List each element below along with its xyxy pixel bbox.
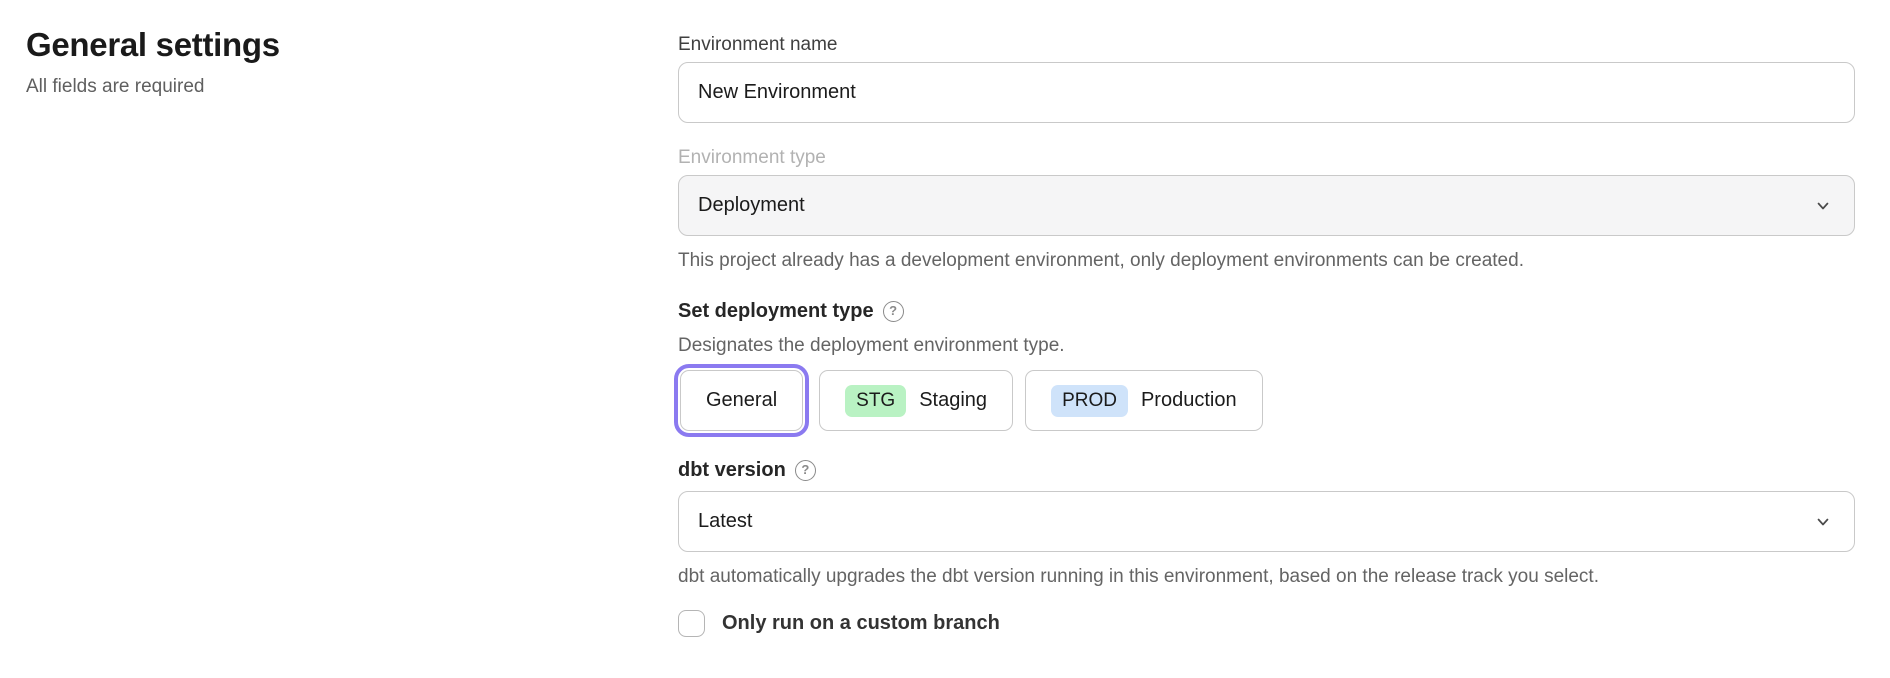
chevron-down-icon <box>1813 512 1833 532</box>
environment-type-select[interactable]: Deployment <box>678 175 1855 236</box>
page-subtitle: All fields are required <box>26 76 626 98</box>
deployment-type-staging-button[interactable]: STG Staging <box>819 370 1013 431</box>
dbt-version-select[interactable]: Latest <box>678 491 1855 552</box>
environment-type-helper: This project already has a development e… <box>678 249 1855 272</box>
page-title: General settings <box>26 26 626 64</box>
deployment-type-general-button[interactable]: General <box>680 370 803 431</box>
deployment-type-options: General STG Staging PROD Production <box>678 370 1855 431</box>
deployment-type-staging-label: Staging <box>919 389 987 412</box>
dbt-version-value: Latest <box>698 510 752 533</box>
environment-type-label: Environment type <box>678 147 1855 169</box>
environment-name-input[interactable] <box>678 62 1855 123</box>
deployment-type-heading-text: Set deployment type <box>678 298 874 324</box>
dbt-version-helper: dbt automatically upgrades the dbt versi… <box>678 565 1855 588</box>
deployment-type-general-label: General <box>706 389 777 412</box>
help-icon[interactable]: ? <box>883 301 904 322</box>
chevron-down-icon <box>1813 196 1833 216</box>
general-settings-page: General settings All fields are required… <box>0 0 1890 678</box>
deployment-type-production-label: Production <box>1141 389 1237 412</box>
production-badge: PROD <box>1051 385 1128 417</box>
environment-type-value: Deployment <box>698 194 805 217</box>
deployment-type-heading: Set deployment type ? <box>678 298 1855 324</box>
deployment-type-production-button[interactable]: PROD Production <box>1025 370 1263 431</box>
custom-branch-label[interactable]: Only run on a custom branch <box>722 612 1000 635</box>
custom-branch-checkbox[interactable] <box>678 610 705 637</box>
dbt-version-heading: dbt version ? <box>678 457 1855 483</box>
deployment-type-description: Designates the deployment environment ty… <box>678 334 1855 357</box>
staging-badge: STG <box>845 385 906 417</box>
dbt-version-heading-text: dbt version <box>678 457 786 483</box>
environment-name-label: Environment name <box>678 34 1855 56</box>
environment-form: Environment name Environment type Deploy… <box>678 34 1855 637</box>
custom-branch-row: Only run on a custom branch <box>678 610 1855 637</box>
help-icon[interactable]: ? <box>795 460 816 481</box>
section-intro: General settings All fields are required <box>26 26 626 98</box>
